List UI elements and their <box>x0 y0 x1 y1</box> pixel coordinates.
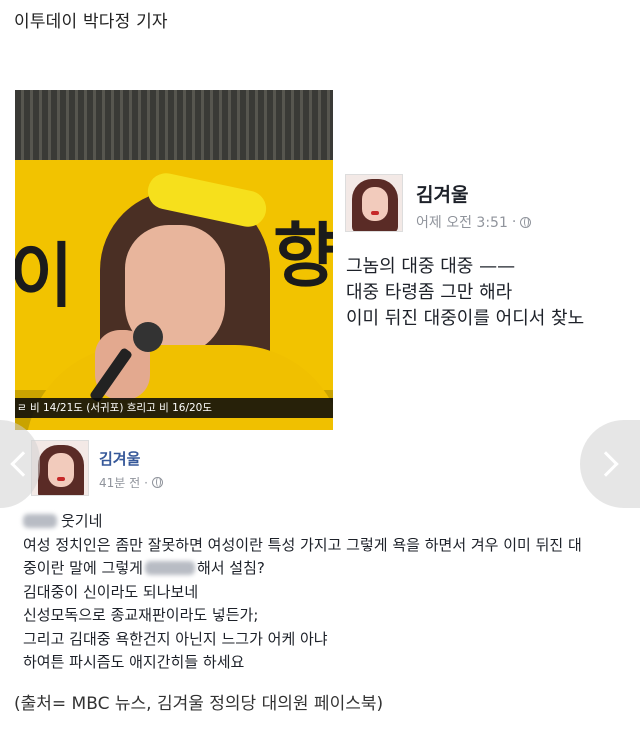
post-line: 그리고 김대중 욕한건지 아닌지 느그가 어케 아냐 <box>23 629 328 648</box>
broadcast-screenshot: 이 향 ㄹ 비 14/21도 (서귀포) 흐리고 비 16/20도 <box>15 90 333 430</box>
post-line: 이미 뒤진 대중이를 어디서 찾노 <box>346 308 585 329</box>
globe-icon <box>152 477 163 488</box>
post-line: 여성 정치인은 좀만 잘못하면 여성이란 특성 가지고 그렇게 욕을 하면서 겨… <box>23 535 582 554</box>
post-author-name[interactable]: 김겨울 <box>99 448 140 469</box>
post-author-name[interactable]: 김겨울 <box>416 180 468 207</box>
image-caption: (출처= MBC 뉴스, 김겨울 정의당 대의원 페이스북) <box>14 694 384 714</box>
post-line: 신성모독으로 종교재판이라도 넣든가; <box>23 606 259 624</box>
meta-separator: · <box>511 214 517 230</box>
post-timestamp[interactable]: 41분 전 <box>99 474 140 491</box>
chevron-left-icon <box>10 451 36 477</box>
post-timestamp[interactable]: 어제 오전 3:51 <box>416 212 508 232</box>
post-meta: 어제 오전 3:51 · <box>416 212 532 232</box>
blurred-text <box>144 561 195 575</box>
post-meta: 41분 전 · <box>99 474 163 491</box>
post-line: 대중 타령좀 그만 해라 <box>346 282 513 303</box>
stage-background <box>15 90 333 160</box>
banner-text-right: 향 <box>273 215 333 297</box>
chevron-right-icon <box>593 451 619 477</box>
article-byline: 이투데이 박다정 기자 <box>14 12 168 32</box>
meta-separator: · <box>144 475 148 490</box>
post-line: 그놈의 대중 대중 —— <box>346 256 516 277</box>
globe-icon <box>520 216 532 228</box>
post-line: 하여튼 파시즘도 애지간히들 하세요 <box>23 653 245 671</box>
post-line: 김대중이 신이라도 되나보네 <box>23 582 199 601</box>
banner-text-left: 이 <box>15 235 74 317</box>
weather-ticker: ㄹ 비 14/21도 (서귀포) 흐리고 비 16/20도 <box>15 398 333 418</box>
post-line: 중이란 말에 그렇게 해서 설침? <box>23 559 265 577</box>
post-line: 웃기네 <box>23 510 582 534</box>
blurred-text <box>23 514 57 528</box>
microphone-icon <box>133 322 163 352</box>
post-body: 그놈의 대중 대중 —— 대중 타령좀 그만 해라 이미 뒤진 대중이를 어디서… <box>346 254 584 332</box>
facebook-post: 김겨울 41분 전 · 웃기네 여성 정치인은 좀만 잘못하면 여성이란 특성 … <box>15 430 625 680</box>
avatar[interactable] <box>345 174 403 232</box>
post-body: 웃기네 여성 정치인은 좀만 잘못하면 여성이란 특성 가지고 그렇게 욕을 하… <box>23 510 582 675</box>
